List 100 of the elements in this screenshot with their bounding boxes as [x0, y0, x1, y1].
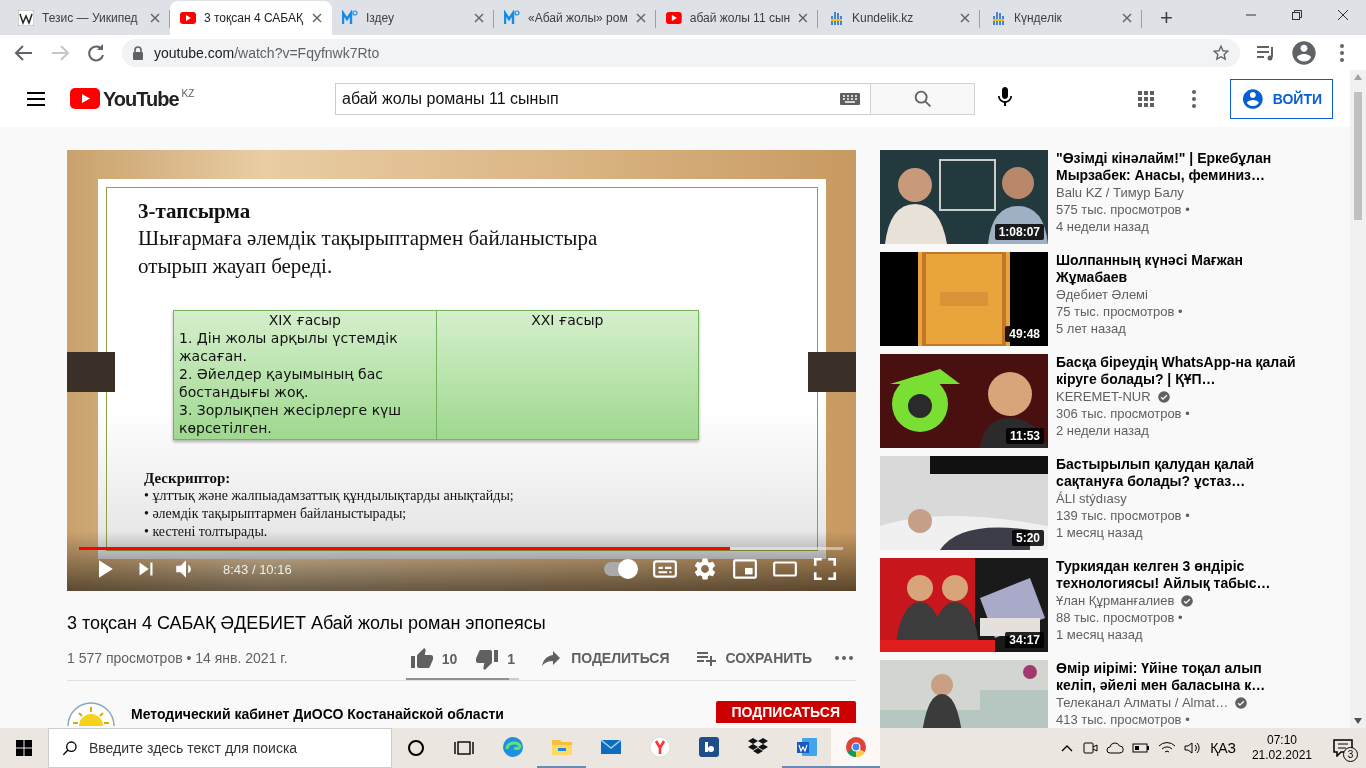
descriptor-title: Дескриптор: — [144, 470, 232, 487]
youtube-logo-icon[interactable] — [70, 87, 100, 109]
frame-tab — [67, 352, 115, 392]
autoplay-toggle[interactable] — [602, 559, 638, 579]
youtube-icon — [180, 10, 196, 26]
browser-tab[interactable]: «Абай жолы» ром — [494, 1, 656, 35]
frame-tab — [808, 352, 856, 392]
descriptor-item: • ұлттық және жалпыадамзаттық құндылықтарды анықтайды; — [144, 487, 515, 505]
wikipedia-icon — [18, 10, 34, 26]
upload-age: 2 недели назад — [1056, 422, 1149, 439]
upload-age: 4 недели назад — [1056, 218, 1149, 235]
view-count: 75 тыс. просмотров • — [1056, 303, 1183, 320]
close-icon[interactable] — [1122, 13, 1132, 23]
star-icon[interactable] — [1212, 43, 1230, 62]
view-stats: 1 577 просмотров • 14 янв. 2021 г. — [67, 650, 288, 666]
app-tile-icon[interactable] — [696, 735, 721, 759]
miniplayer-icon[interactable] — [732, 556, 758, 582]
close-icon[interactable] — [312, 13, 322, 23]
duration-badge: 1:08:07 — [994, 224, 1044, 240]
video-title[interactable]: Туркиядан келген 3 өндіріс технологиясы! Айлық табыс… — [1056, 558, 1296, 592]
slide-heading: 3-тапсырма — [138, 198, 252, 224]
language-indicator[interactable]: ҚАЗ — [1210, 740, 1236, 756]
search-field[interactable]: абай жолы романы 11 сынып — [335, 82, 870, 115]
close-icon[interactable] — [150, 13, 160, 23]
lock-icon — [132, 45, 144, 60]
browser-tab[interactable]: 3 тоқсан 4 САБАҚ — [170, 1, 332, 35]
mail-icon — [504, 10, 520, 26]
clock[interactable]: 07:10 21.02.2021 — [1251, 733, 1312, 763]
subscribe-button[interactable]: ПОДПИСАТЬСЯ — [715, 701, 856, 723]
channel-name[interactable]: KEREMET-NUR — [1056, 388, 1151, 405]
view-count: 88 тыс. просмотров • — [1056, 609, 1183, 626]
video-title: 3 тоқсан 4 САБАҚ ӘДЕБИЕТ Абай жолы роман эпопеясы — [67, 612, 547, 635]
duration-badge: 34:17 — [1005, 632, 1044, 648]
address-bar[interactable]: youtube.com/watch?v=Fqyfnwk7Rto — [122, 38, 1240, 67]
close-icon[interactable] — [636, 13, 646, 23]
table-header: XIX ғасыр — [267, 311, 342, 329]
upload-age: 1 месяц назад — [1056, 626, 1143, 643]
notification-center[interactable]: 3 — [1328, 733, 1358, 763]
upload-age: 1 месяц назад — [1056, 524, 1143, 541]
scroll-down-icon[interactable] — [1354, 718, 1362, 724]
table-line: 3. Зорлықпен жесірлерге күш көрсетілген. — [179, 401, 403, 437]
channel-name[interactable]: Телеканал Алматы / Almat… — [1056, 694, 1229, 711]
slide-task: Шығармаға әлемдік тақырыптармен байланыстыра отырып жауап береді. — [138, 225, 599, 280]
search-field[interactable]: Введите здесь текст для поиска — [48, 728, 392, 768]
browser-tab[interactable]: Тезис — Уикипед — [8, 1, 170, 35]
share-button[interactable]: ПОДЕЛИТЬСЯ — [535, 646, 674, 670]
like-button[interactable]: 10 — [405, 646, 462, 671]
wifi-icon[interactable] — [1158, 741, 1177, 755]
video-frame[interactable] — [67, 150, 856, 591]
channel-name[interactable]: Әдебиет Әлемі — [1056, 286, 1148, 303]
upload-age: 5 лет назад — [1056, 320, 1126, 337]
dislike-button[interactable]: 1 — [471, 646, 520, 671]
save-button[interactable]: СОХРАНИТЬ — [689, 646, 816, 670]
duration-badge: 5:20 — [1011, 530, 1044, 546]
sign-in-button[interactable]: ВОЙТИ — [1230, 78, 1333, 119]
view-count: 306 тыс. просмотров • — [1056, 405, 1190, 422]
channel-name[interactable]: Ұлан Құрманғалиев — [1056, 592, 1175, 609]
video-title[interactable]: "Өзімді кінәлайм!" | Еркебұлан Мырзабек: Анасы, феминиз… — [1056, 150, 1296, 184]
time-display: 8:43 / 10:16 — [223, 561, 292, 577]
task-view-icon[interactable] — [454, 739, 474, 757]
video-title[interactable]: Шолпанның күнәсі Мағжан Жұмабаев — [1056, 252, 1296, 286]
video-title[interactable]: Басқа біреудің WhatsApp-на қалай кіруге болады? | ҚҰП… — [1056, 354, 1296, 388]
video-title[interactable]: Өмір иірімі: Үйіне тоқал алып келіп, әйелі мен баласына к… — [1056, 660, 1296, 694]
search-icon — [62, 740, 78, 756]
volume-icon[interactable] — [1184, 741, 1203, 755]
close-icon[interactable] — [798, 13, 808, 23]
cloud-icon[interactable] — [1106, 741, 1125, 755]
channel-name[interactable]: ÁLI stýdıasy — [1056, 490, 1127, 507]
search-button[interactable] — [870, 82, 975, 115]
notification-badge: 3 — [1343, 747, 1358, 762]
close-icon[interactable] — [960, 13, 970, 23]
channel-name[interactable]: Методический кабинет ДиОСО Костанайской области — [131, 706, 504, 722]
document-icon[interactable] — [794, 735, 819, 759]
table-line: 2. Әйелдер қауымының бас бостандығы жоқ. — [179, 365, 384, 401]
fullscreen-icon[interactable] — [812, 556, 838, 582]
mail-icon — [342, 10, 358, 26]
cortana-icon[interactable] — [407, 739, 425, 757]
browser-icon[interactable] — [647, 735, 672, 759]
chrome-icon[interactable] — [843, 735, 868, 759]
close-icon[interactable] — [474, 13, 484, 23]
scrollbar-thumb[interactable] — [1354, 92, 1362, 220]
windows-icon[interactable] — [16, 740, 32, 756]
settings-icon[interactable] — [692, 556, 718, 582]
camera-icon[interactable] — [1082, 740, 1099, 756]
youtube-logo[interactable]: YouTube$^{KZ}$ — [103, 87, 195, 110]
view-count: 139 тыс. просмотров • — [1056, 507, 1190, 524]
browser-tab[interactable]: Іздеу — [332, 1, 494, 35]
table-line: 1. Дін жолы арқылы үстемдік жасаған. — [179, 329, 399, 365]
youtube-icon — [666, 10, 682, 26]
browser-tab[interactable]: Kundelik.kz — [818, 1, 980, 35]
new-tab-button[interactable]: + — [1152, 1, 1181, 35]
descriptor-item: • кестені толтырады. — [144, 523, 269, 541]
video-title[interactable]: Бастырылып қалудан қалай сақтануға болады? ұстаз… — [1056, 456, 1296, 490]
channel-name[interactable]: Balu KZ / Тимур Балу — [1056, 184, 1184, 201]
thumbs-up-icon — [409, 646, 434, 671]
view-count: 413 тыс. просмотров • — [1056, 711, 1190, 728]
battery-icon[interactable] — [1132, 742, 1151, 754]
edge-icon[interactable] — [500, 735, 525, 759]
browser-tab[interactable]: Күнделік — [980, 1, 1142, 35]
browser-tab[interactable]: абай жолы 11 сын — [656, 1, 818, 35]
